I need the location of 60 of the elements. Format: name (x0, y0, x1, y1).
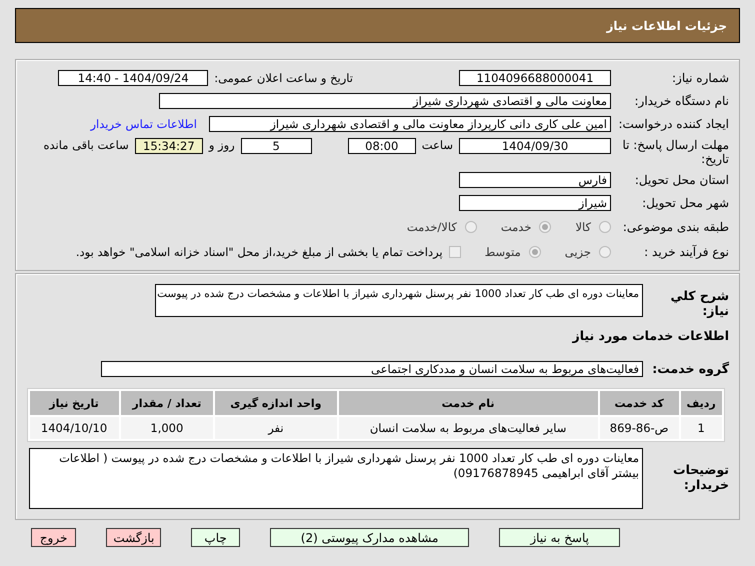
field-label: مهلت ارسال پاسخ: تا تاریخ: (621, 138, 729, 166)
radio-button[interactable] (539, 221, 552, 233)
option-label: جزیی (564, 245, 591, 259)
action-button[interactable]: بازگشت (106, 528, 162, 547)
text-field[interactable]: 1404/09/30 (459, 138, 611, 154)
text-field[interactable]: فارس (459, 172, 611, 188)
field-label: طبقه بندی موضوعی: (622, 220, 729, 234)
remaining-label: ساعت باقی مانده (44, 138, 129, 152)
radio-button[interactable] (599, 221, 611, 233)
checkbox[interactable] (448, 246, 461, 258)
text-field[interactable]: 15:34:27 (134, 138, 203, 154)
field-label: نوع فرآیند خرید : (643, 245, 729, 259)
text-field[interactable]: امین علی کاری دانی کارپرداز معاونت مالی و اقتصادی شهرداری شیراز (209, 116, 611, 132)
field-label: شماره نیاز: (671, 70, 729, 84)
radio-button[interactable] (599, 246, 611, 258)
table-cell: سایر فعالیت‌های مربوط به سلامت انسان (338, 417, 598, 439)
contact-link[interactable]: اطلاعات تماس خریدار (90, 116, 197, 130)
text-field[interactable]: 5 (240, 138, 312, 154)
field-label: تاریخ و ساعت اعلان عمومی: (214, 70, 353, 84)
text-field[interactable]: 1104096688000041 (459, 70, 611, 86)
table-cell: 1404/10/10 (30, 417, 119, 439)
table-cell: 1,000 (120, 417, 214, 439)
radio-button[interactable] (464, 221, 477, 233)
action-button[interactable]: چاپ (191, 528, 240, 547)
column-header: تاریخ نیاز (30, 391, 119, 415)
option-label: خدمت (500, 220, 532, 234)
text-field[interactable]: 08:00 (348, 138, 416, 154)
action-button[interactable]: خروج (30, 528, 76, 547)
column-header: کد خدمت (600, 391, 679, 415)
text-area[interactable]: معاینات دوره ای طب کار تعداد 1000 نفر پرسنل شهرداری شیراز با اطلاعات و مشخصات درج شده در پیوست ( اطلاعات بیشتر آقای ابراهیمی 09176878945) (29, 448, 643, 509)
table-cell: ص-86-869 (600, 417, 679, 439)
text-area[interactable]: معاینات دوره ای طب کار تعداد 1000 نفر پرسنل شهرداری شیراز با اطلاعات و مشخصات درج شده در پیوست (155, 284, 643, 317)
field-label: استان محل تحویل: (634, 172, 729, 186)
action-button[interactable]: مشاهده مدارک پیوستی (2) (270, 528, 470, 547)
radio-button[interactable] (528, 246, 541, 258)
field-label: توضیحات خریدار: (672, 461, 729, 492)
column-header: ردیف (680, 391, 722, 415)
days-label: روز و (208, 138, 235, 152)
field-label: شهر محل تحویل: (641, 196, 729, 210)
time-label: ساعت (422, 138, 453, 152)
option-label: کالا (575, 220, 591, 234)
section-title: اطلاعات خدمات مورد نیاز (571, 328, 729, 343)
option-label: کالا/خدمت (406, 220, 457, 234)
text-field[interactable]: 1404/09/24 - 14:40 (58, 70, 208, 86)
table-cell: 1 (680, 417, 722, 439)
option-label: متوسط (484, 245, 521, 259)
payment-note: پرداخت تمام یا بخشی از مبلغ خرید،از محل "اسناد خزانه اسلامی" خواهد بود. (76, 245, 443, 259)
column-header: تعداد / مقدار (120, 391, 214, 415)
page-title: جزئیات اطلاعات نیاز (606, 18, 727, 32)
text-field[interactable]: شیراز (459, 194, 611, 210)
field-label: شرح کلي نیاز: (670, 287, 729, 318)
action-button[interactable]: پاسخ به نیاز (499, 528, 620, 547)
text-field[interactable]: فعالیت‌های مربوط به سلامت انسان و مددکاری اجتماعی (101, 360, 643, 376)
text-field[interactable]: معاونت مالی و اقتصادی شهرداری شیراز (159, 92, 611, 108)
column-header: واحد اندازه گیری (215, 391, 337, 415)
column-header: نام خدمت (338, 391, 598, 415)
field-label: نام دستگاه خریدار: (634, 94, 729, 108)
field-label: گروه خدمت: (651, 361, 729, 376)
field-label: ایجاد کننده درخواست: (617, 116, 729, 130)
table-cell: نفر (215, 417, 337, 439)
